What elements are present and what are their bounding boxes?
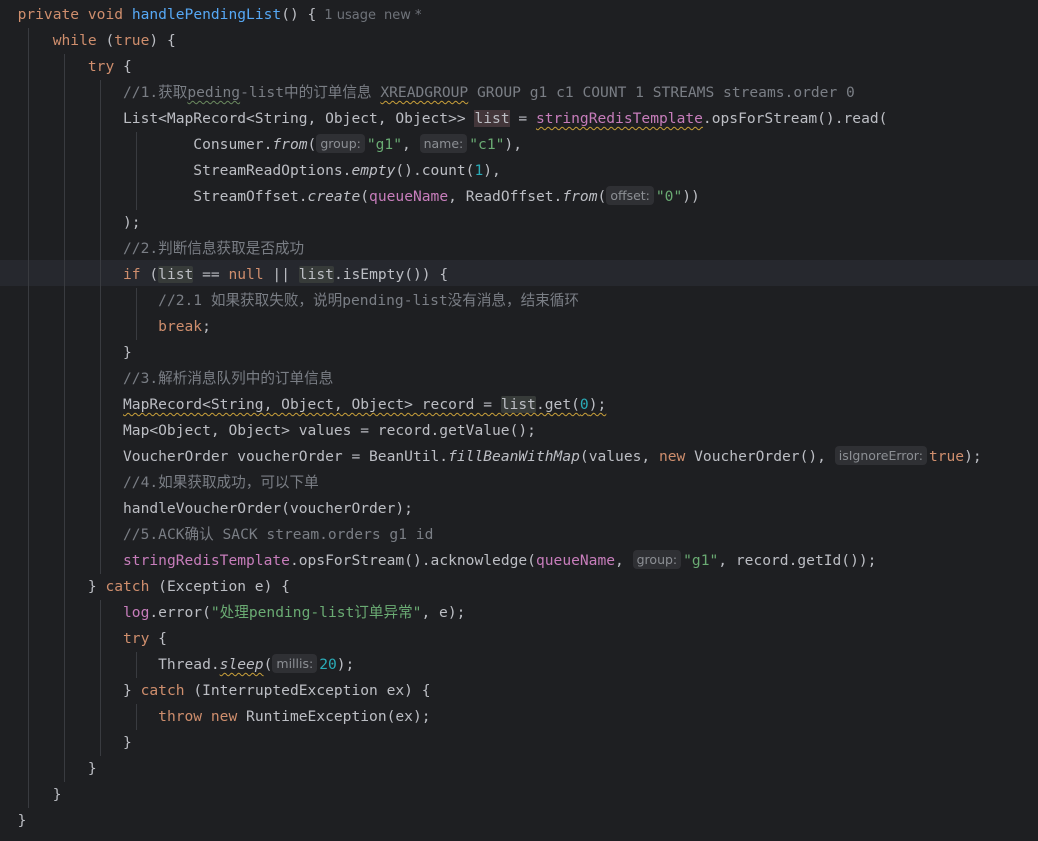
code-line-11[interactable]: if (list == null || list.isEmpty()) { [0, 262, 1038, 288]
param-hint-is-ignore-error: isIgnoreError: [834, 446, 927, 465]
code-line-1[interactable]: private void handlePendingList() {1 usag… [0, 2, 1038, 28]
code-line-12[interactable]: //2.1 如果获取失败，说明pending-list没有消息，结束循环 [0, 288, 1038, 314]
code-line-7[interactable]: StreamReadOptions.empty().count(1), [0, 158, 1038, 184]
code-line-31[interactable]: } [0, 782, 1038, 808]
code-line-26[interactable]: Thread.sleep(millis: 20); [0, 652, 1038, 678]
param-hint-offset: offset: [606, 186, 654, 205]
code-line-4[interactable]: //1.获取peding-list中的订单信息 XREADGROUP GROUP… [0, 80, 1038, 106]
code-line-23[interactable]: } catch (Exception e) { [0, 574, 1038, 600]
code-line-29[interactable]: } [0, 730, 1038, 756]
code-line-13[interactable]: break; [0, 314, 1038, 340]
comment-read: //1.获取peding-list中的订单信息 XREADGROUP GROUP… [123, 84, 855, 101]
code-line-14[interactable]: } [0, 340, 1038, 366]
param-hint-name: name: [419, 134, 468, 153]
code-line-8[interactable]: StreamOffset.create(queueName, ReadOffse… [0, 184, 1038, 210]
comment-check: //2.判断信息获取是否成功 [123, 240, 305, 257]
param-hint-group: group: [316, 134, 365, 153]
code-line-27[interactable]: } catch (InterruptedException ex) { [0, 678, 1038, 704]
code-line-32[interactable]: } [0, 808, 1038, 834]
code-line-16[interactable]: MapRecord<String, Object, Object> record… [0, 392, 1038, 418]
code-line-6[interactable]: Consumer.from(group: "g1", name: "c1"), [0, 132, 1038, 158]
author-hint[interactable]: new * [384, 8, 422, 23]
param-hint-millis: millis: [272, 654, 318, 673]
code-line-20[interactable]: handleVoucherOrder(voucherOrder); [0, 496, 1038, 522]
code-line-25[interactable]: try { [0, 626, 1038, 652]
code-line-28[interactable]: throw new RuntimeException(ex); [0, 704, 1038, 730]
comment-fail: //2.1 如果获取失败，说明pending-list没有消息，结束循环 [158, 292, 579, 309]
usage-count-hint[interactable]: 1 usage [324, 8, 376, 23]
code-line-21[interactable]: //5.ACK确认 SACK stream.orders g1 id [0, 522, 1038, 548]
code-line-24[interactable]: log.error("处理pending-list订单异常", e); [0, 600, 1038, 626]
code-line-17[interactable]: Map<Object, Object> values = record.getV… [0, 418, 1038, 444]
comment-parse: //3.解析消息队列中的订单信息 [123, 370, 334, 387]
comment-order: //4.如果获取成功，可以下单 [123, 474, 319, 491]
param-hint-group: group: [632, 550, 682, 569]
code-line-3[interactable]: try { [0, 54, 1038, 80]
code-line-2[interactable]: while (true) { [0, 28, 1038, 54]
code-editor[interactable]: private void handlePendingList() {1 usag… [0, 0, 1038, 841]
comment-ack: //5.ACK确认 SACK stream.orders g1 id [123, 526, 434, 543]
code-line-10[interactable]: //2.判断信息获取是否成功 [0, 236, 1038, 262]
code-line-18[interactable]: VoucherOrder voucherOrder = BeanUtil.fil… [0, 444, 1038, 470]
code-line-9[interactable]: ); [0, 210, 1038, 236]
code-line-30[interactable]: } [0, 756, 1038, 782]
code-line-19[interactable]: //4.如果获取成功，可以下单 [0, 470, 1038, 496]
code-line-5[interactable]: List<MapRecord<String, Object, Object>> … [0, 106, 1038, 132]
code-line-15[interactable]: //3.解析消息队列中的订单信息 [0, 366, 1038, 392]
code-line-22[interactable]: stringRedisTemplate.opsForStream().ackno… [0, 548, 1038, 574]
